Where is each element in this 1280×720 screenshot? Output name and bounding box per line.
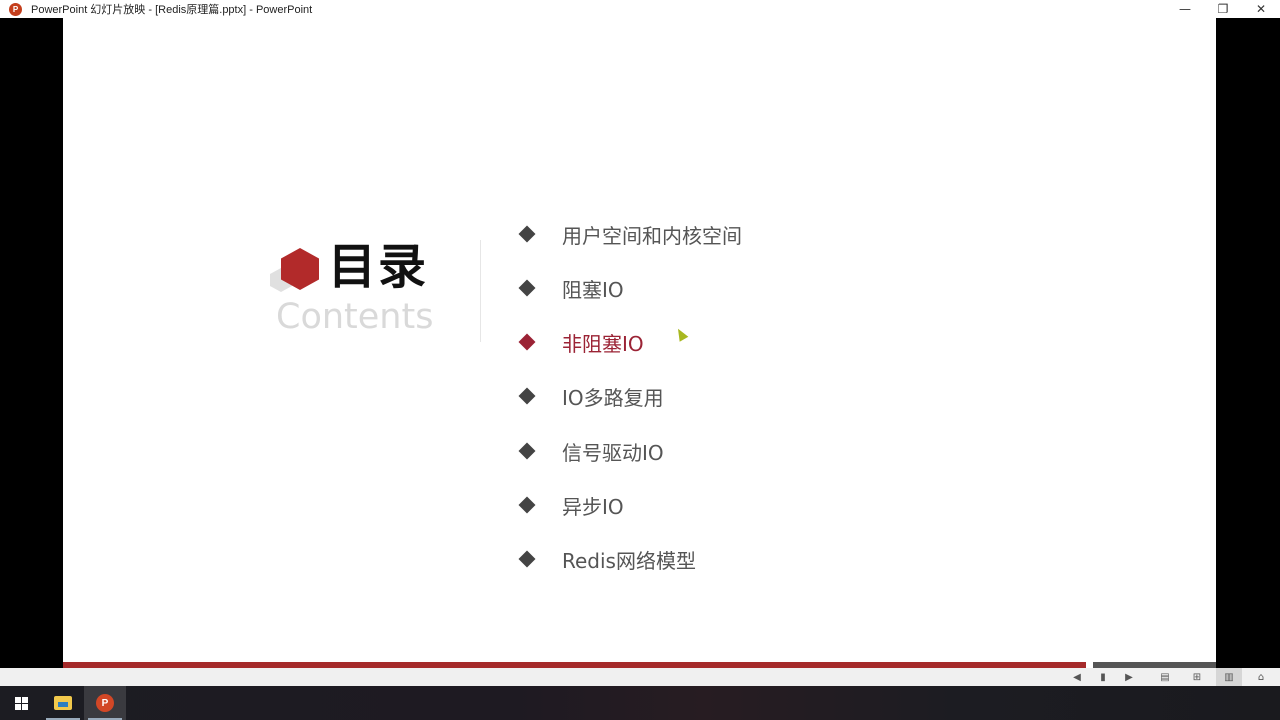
taskbar: P bbox=[0, 686, 1280, 720]
slide[interactable]: 目录 Contents 用户空间和内核空间 阻塞IO 非阻塞IO IO多路复用 … bbox=[63, 18, 1216, 668]
slide-title: 目录 bbox=[328, 239, 429, 295]
title-divider bbox=[480, 240, 481, 342]
powerpoint-app-icon: P bbox=[9, 2, 22, 16]
toc-item-label: 信号驱动IO bbox=[562, 440, 664, 465]
toc-item[interactable]: 阻塞IO bbox=[518, 270, 624, 306]
diamond-bullet-icon bbox=[518, 225, 536, 243]
windows-logo-icon bbox=[14, 696, 28, 710]
powerpoint-icon: P bbox=[96, 694, 114, 712]
toc-item-label: IO多路复用 bbox=[562, 385, 664, 410]
toc-item-label: 用户空间和内核空间 bbox=[562, 223, 742, 248]
minimize-button[interactable]: — bbox=[1166, 0, 1204, 18]
slideshow-status-bar: ◀ ▮ ▶ ▤ ⊞ ▥ ⌂ bbox=[0, 668, 1280, 686]
slideshow-icon[interactable]: ⌂ bbox=[1248, 668, 1274, 686]
normal-view-icon[interactable]: ▤ bbox=[1152, 668, 1178, 686]
slide-sorter-icon[interactable]: ⊞ bbox=[1184, 668, 1210, 686]
taskbar-file-explorer[interactable] bbox=[42, 686, 84, 720]
diamond-bullet-icon bbox=[518, 387, 536, 405]
slide-indicator-icon[interactable]: ▮ bbox=[1090, 668, 1116, 686]
toc-item-label: 非阻塞IO bbox=[562, 331, 644, 356]
toc-item[interactable]: 信号驱动IO bbox=[518, 433, 664, 469]
diamond-bullet-icon bbox=[518, 333, 536, 351]
toc-item-label: Redis网络模型 bbox=[562, 548, 696, 573]
window-controls: — ❐ ✕ bbox=[1166, 0, 1280, 18]
toc-item[interactable]: 用户空间和内核空间 bbox=[518, 216, 742, 252]
diamond-bullet-icon bbox=[518, 496, 536, 514]
toc-item-label: 异步IO bbox=[562, 494, 624, 519]
close-button[interactable]: ✕ bbox=[1242, 0, 1280, 18]
mouse-cursor-icon bbox=[673, 326, 689, 342]
slide-subtitle: Contents bbox=[276, 297, 434, 337]
toc-item-active[interactable]: 非阻塞IO bbox=[518, 324, 644, 360]
diamond-bullet-icon bbox=[518, 550, 536, 568]
title-bar: P PowerPoint 幻灯片放映 - [Redis原理篇.pptx] - P… bbox=[0, 0, 1280, 18]
start-button[interactable] bbox=[0, 686, 42, 720]
toc-item[interactable]: 异步IO bbox=[518, 487, 624, 523]
taskbar-powerpoint[interactable]: P bbox=[84, 686, 126, 720]
toc-item[interactable]: IO多路复用 bbox=[518, 378, 664, 414]
restore-button[interactable]: ❐ bbox=[1204, 0, 1242, 18]
toc-item[interactable]: Redis网络模型 bbox=[518, 541, 696, 577]
diamond-bullet-icon bbox=[518, 279, 536, 297]
next-icon[interactable]: ▶ bbox=[1116, 668, 1142, 686]
previous-icon[interactable]: ◀ bbox=[1064, 668, 1090, 686]
folder-icon bbox=[54, 696, 72, 710]
toc-item-label: 阻塞IO bbox=[562, 277, 624, 302]
logo-hexagon-red-icon bbox=[281, 248, 319, 290]
diamond-bullet-icon bbox=[518, 442, 536, 460]
reading-view-icon[interactable]: ▥ bbox=[1216, 668, 1242, 686]
window-title: PowerPoint 幻灯片放映 - [Redis原理篇.pptx] - Pow… bbox=[31, 4, 313, 16]
